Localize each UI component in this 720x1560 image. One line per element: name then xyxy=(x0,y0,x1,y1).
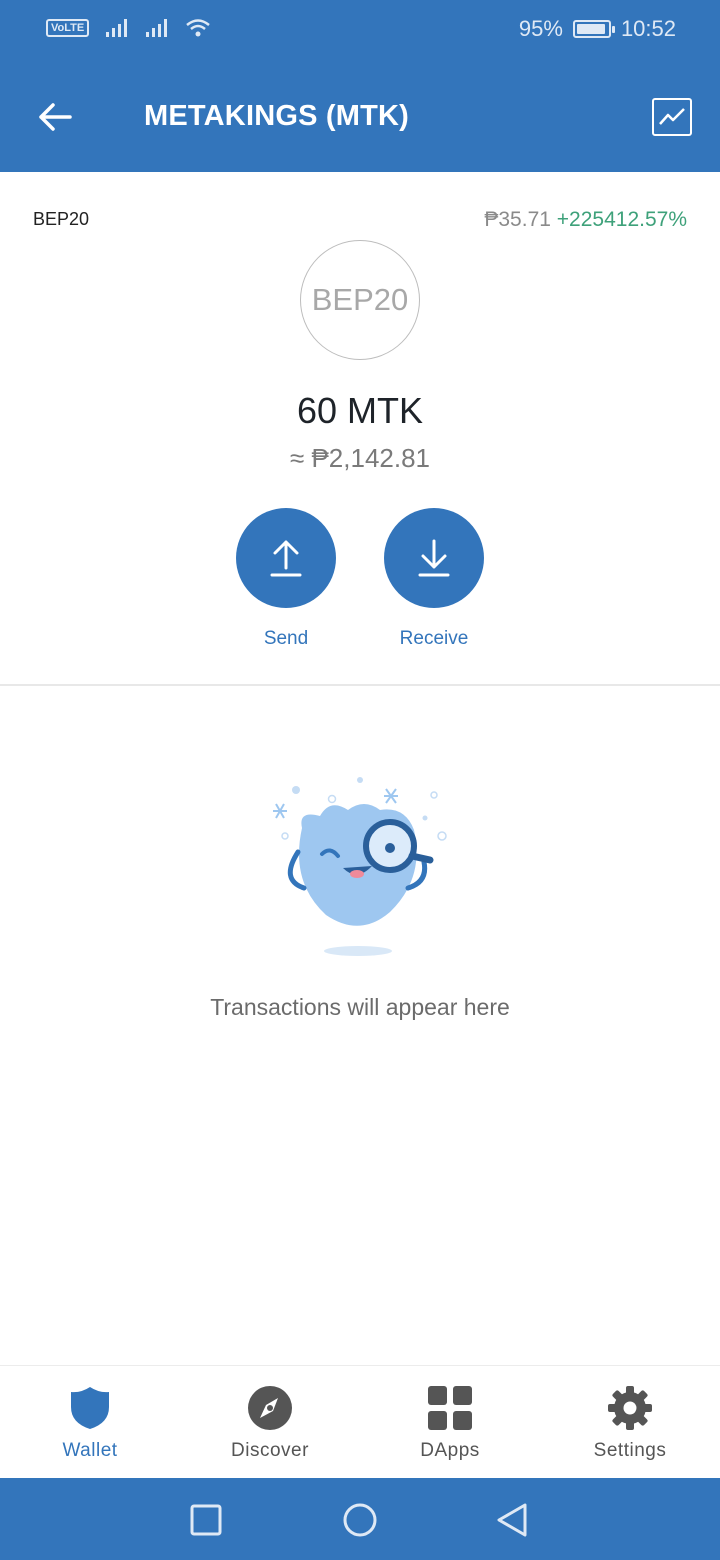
volte-badge: VoLTE xyxy=(46,19,90,37)
nav-label[interactable]: Wallet xyxy=(62,1440,117,1462)
upload-arrow-icon xyxy=(270,540,302,577)
system-nav-bar xyxy=(0,1478,720,1560)
recent-apps-button[interactable] xyxy=(186,1500,226,1540)
nav-label[interactable]: DApps xyxy=(420,1440,480,1462)
line-chart-icon xyxy=(659,108,685,125)
battery-level-fill xyxy=(576,24,606,34)
token-logo: BEP20 xyxy=(300,240,420,360)
gear-icon xyxy=(606,1384,654,1432)
nav-item-dapps[interactable]: DApps xyxy=(360,1366,540,1478)
grid-icon xyxy=(426,1384,474,1432)
download-arrow-icon xyxy=(418,539,450,577)
nav-item-wallet[interactable]: Wallet xyxy=(0,1366,180,1478)
empty-state-message: Transactions will appear here xyxy=(210,994,510,1020)
arrow-left-icon xyxy=(39,103,72,131)
home-button[interactable] xyxy=(340,1500,380,1540)
receive-circle[interactable] xyxy=(384,508,484,608)
fiat-balance: ≈ ₱2,142.81 xyxy=(289,443,431,473)
circle-icon xyxy=(343,1503,377,1537)
send-circle[interactable] xyxy=(236,508,336,608)
bottom-nav: Wallet Discover DApps Settings xyxy=(0,1365,720,1478)
wifi-icon xyxy=(186,19,210,37)
battery-percent: 95% xyxy=(518,16,563,41)
square-icon xyxy=(190,1504,222,1536)
back-button[interactable] xyxy=(30,92,80,142)
triangle-back-icon xyxy=(497,1503,527,1537)
token-balance: 60 MTK xyxy=(296,390,424,431)
send-label[interactable]: Send xyxy=(226,628,346,650)
compass-icon xyxy=(246,1384,294,1432)
receive-button[interactable]: Receive xyxy=(374,508,494,650)
nav-item-discover[interactable]: Discover xyxy=(180,1366,360,1478)
nav-label[interactable]: Settings xyxy=(594,1440,667,1462)
section-divider xyxy=(0,684,720,686)
empty-transactions-illustration xyxy=(273,777,447,956)
price-row: ₱35.71 +225412.57% xyxy=(484,208,687,232)
price-change: +225412.57% xyxy=(556,208,687,231)
send-button[interactable]: Send xyxy=(226,508,346,650)
status-bar: VoLTE 95% 10:52 xyxy=(0,0,720,62)
nav-label[interactable]: Discover xyxy=(231,1440,309,1462)
token-price: ₱35.71 xyxy=(484,208,551,231)
page-title: METAKINGS (MTK) xyxy=(144,100,410,132)
price-chart-button[interactable] xyxy=(652,98,692,136)
status-right: 95% 10:52 xyxy=(519,16,676,42)
app-bar: METAKINGS (MTK) xyxy=(0,62,720,172)
receive-label[interactable]: Receive xyxy=(374,628,494,650)
clock: 10:52 xyxy=(620,16,676,41)
battery-icon xyxy=(572,20,615,38)
cellular-signal-icon xyxy=(106,19,128,37)
nav-item-settings[interactable]: Settings xyxy=(540,1366,720,1478)
cellular-signal-icon xyxy=(146,19,168,37)
shield-icon xyxy=(66,1384,114,1432)
system-back-button[interactable] xyxy=(492,1500,532,1540)
network-label: BEP20 xyxy=(33,209,90,229)
status-left: VoLTE xyxy=(46,18,211,38)
